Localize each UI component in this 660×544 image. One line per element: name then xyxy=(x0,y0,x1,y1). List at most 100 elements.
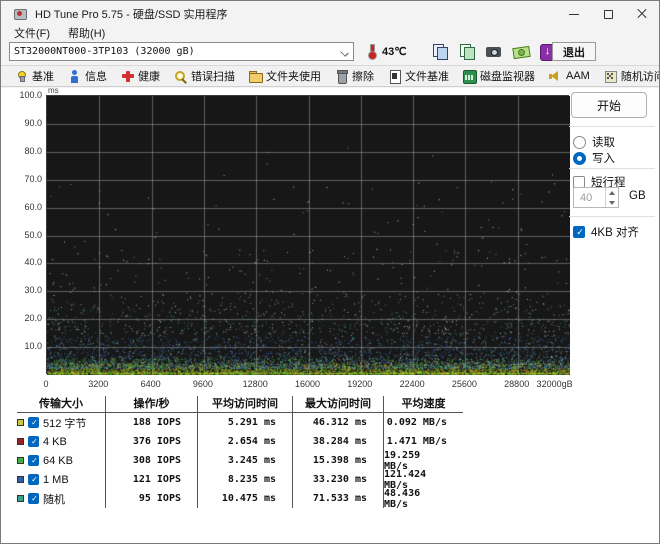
y-axis-label: 80.0 xyxy=(24,145,42,156)
tab[interactable]: 健康 xyxy=(115,66,166,86)
x-axis-label: 25600 xyxy=(451,379,477,389)
tab[interactable]: AAM xyxy=(543,66,596,86)
iops-value: 308 IOPS xyxy=(105,451,197,470)
tab[interactable]: 错误扫描 xyxy=(168,66,241,86)
tab[interactable]: 文件夹使用 xyxy=(243,66,327,86)
tab-label: 基准 xyxy=(32,71,54,83)
align-option[interactable]: 4KB 对齐 xyxy=(573,224,639,240)
avg-speed-value: 121.424 MB/s xyxy=(383,469,463,491)
read-option[interactable]: 读取 xyxy=(573,134,615,150)
avg-speed-value: 1.471 MB/s xyxy=(383,432,463,451)
window-title: HD Tune Pro 5.75 - 硬盘/SSD 实用程序 xyxy=(35,9,228,21)
y-axis-label: 20.0 xyxy=(24,313,42,324)
capacity-unit-label: GB xyxy=(629,190,646,202)
iops-value: 188 IOPS xyxy=(105,413,197,432)
write-option[interactable]: 写入 xyxy=(573,150,615,166)
close-button[interactable] xyxy=(625,1,659,27)
read-radio[interactable] xyxy=(573,135,586,149)
iops-value: 376 IOPS xyxy=(105,432,197,451)
tab-label: 文件夹使用 xyxy=(266,71,321,83)
menu-help[interactable]: 帮助(H) xyxy=(61,27,112,42)
capacity-value: 40 xyxy=(580,191,593,204)
iops-value: 95 IOPS xyxy=(105,489,197,508)
y-axis-label: 10.0 xyxy=(24,341,42,352)
avg-speed-value: 19.259 MB/s xyxy=(383,450,463,472)
tab-label: 信息 xyxy=(85,71,107,83)
series-checkbox[interactable] xyxy=(28,474,40,486)
tab-label: 擦除 xyxy=(352,71,374,83)
exit-button[interactable]: 退出 xyxy=(552,42,596,61)
toolbar-button[interactable] xyxy=(456,42,478,61)
max-access-value: 71.533 ms xyxy=(292,489,383,508)
x-axis-label: 28800 xyxy=(504,379,530,389)
max-access-value: 38.284 ms xyxy=(292,432,383,451)
menu-bar: 文件(F) 帮助(H) xyxy=(1,27,659,42)
align-checkbox[interactable] xyxy=(573,226,586,239)
main-content: ms 100.0 90.0 80.0 70.0 60.0 50.0 40.0 30.0 20.0… xyxy=(1,86,659,543)
control-panel: 开始 读取 写入 短行程 40 GB 4KB 对齐 xyxy=(567,88,659,390)
tab-label: 错误扫描 xyxy=(191,71,235,83)
drive-select[interactable]: ST32000NT000-3TP103 (32000 gB) xyxy=(9,42,354,61)
benchmark-icon xyxy=(15,70,28,83)
minimize-button[interactable] xyxy=(557,1,591,27)
write-radio[interactable] xyxy=(573,151,586,165)
tab[interactable]: 擦除 xyxy=(329,66,380,86)
tab[interactable]: 随机访问 xyxy=(598,66,659,86)
series-color-marker xyxy=(17,438,24,445)
toolbar: ST32000NT000-3TP103 (32000 gB) 43℃ ↓ 退出 xyxy=(1,42,659,65)
divider xyxy=(569,126,655,127)
series-checkbox[interactable] xyxy=(28,417,40,429)
toolbar-buttons xyxy=(429,42,559,61)
spinner-down-icon[interactable] xyxy=(606,198,618,208)
toolbar-button[interactable] xyxy=(429,42,451,61)
folder-usage-icon xyxy=(249,70,263,83)
tab[interactable]: 信息 xyxy=(62,66,113,86)
max-access-value: 33.230 ms xyxy=(292,470,383,489)
toolbar-button[interactable] xyxy=(483,42,505,61)
title-bar: HD Tune Pro 5.75 - 硬盘/SSD 实用程序 xyxy=(1,1,659,27)
window-controls xyxy=(557,1,659,27)
tab[interactable]: 基准 xyxy=(9,66,60,86)
random-access-icon xyxy=(604,70,617,83)
chevron-down-icon xyxy=(341,48,349,56)
tab-label: 健康 xyxy=(138,71,160,83)
capacity-spinner[interactable] xyxy=(605,188,618,207)
transfer-size-label: 1 MB xyxy=(43,473,69,486)
spinner-up-icon[interactable] xyxy=(606,188,618,198)
tab[interactable]: 磁盘监视器 xyxy=(457,66,541,86)
maximize-button[interactable] xyxy=(591,1,625,27)
y-axis-label: 60.0 xyxy=(24,201,42,212)
x-axis-label: 3200 xyxy=(88,379,109,389)
col-header-avg-access: 平均访问时间 xyxy=(197,396,292,413)
drive-select-value: ST32000NT000-3TP103 (32000 gB) xyxy=(14,46,195,57)
tab[interactable]: 文件基准 xyxy=(382,66,455,86)
disk-monitor-icon xyxy=(463,69,477,84)
benchmark-scatter-canvas xyxy=(47,96,570,375)
series-color-marker xyxy=(17,419,24,426)
avg-access-value: 5.291 ms xyxy=(197,413,292,432)
x-axis-label: 22400 xyxy=(399,379,425,389)
menu-file[interactable]: 文件(F) xyxy=(7,27,57,42)
tab-label: AAM xyxy=(566,70,590,82)
avg-access-value: 3.245 ms xyxy=(197,451,292,470)
col-header-max-access: 最大访问时间 xyxy=(292,396,383,413)
avg-speed-value: 0.092 MB/s xyxy=(383,413,463,432)
series-checkbox[interactable] xyxy=(28,436,40,448)
capacity-input[interactable]: 40 xyxy=(573,187,619,208)
series-color-marker xyxy=(17,457,24,464)
series-checkbox[interactable] xyxy=(28,455,40,467)
x-axis-label: 12800 xyxy=(242,379,268,389)
start-button[interactable]: 开始 xyxy=(571,92,647,118)
toolbar-button[interactable] xyxy=(510,42,532,61)
health-icon xyxy=(121,70,134,83)
x-axis-label: 0 xyxy=(43,379,49,389)
app-icon xyxy=(13,7,27,21)
camera-icon xyxy=(486,44,502,59)
tab-label: 随机访问 xyxy=(620,71,659,83)
avg-access-value: 2.654 ms xyxy=(197,432,292,451)
divider xyxy=(569,168,655,169)
series-checkbox[interactable] xyxy=(28,493,40,505)
x-axis-label: 16000 xyxy=(294,379,321,389)
scatter-plot xyxy=(46,95,570,375)
iops-value: 121 IOPS xyxy=(105,470,197,489)
